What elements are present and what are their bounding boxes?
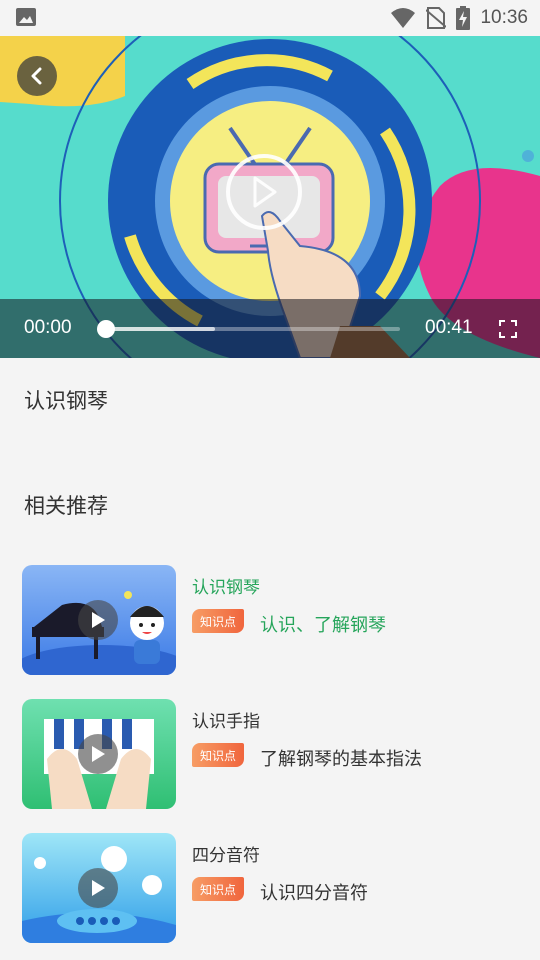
list-item[interactable]: 认识钢琴 知识点 认识、了解钢琴	[0, 565, 540, 677]
back-button[interactable]	[17, 56, 57, 96]
play-button[interactable]	[226, 154, 302, 230]
list-item[interactable]: 四分音符 知识点 认识四分音符	[0, 833, 540, 945]
list-item[interactable]: 认识手指 知识点 了解钢琴的基本指法	[0, 699, 540, 811]
thumbnail-play-icon	[78, 600, 118, 640]
wifi-icon	[391, 8, 416, 28]
status-bar: 10:36	[0, 0, 540, 36]
seek-handle[interactable]	[97, 320, 115, 338]
photo-notification-icon	[16, 8, 36, 26]
rec-title: 四分音符	[192, 846, 260, 866]
thumbnail-fingers	[22, 699, 176, 809]
video-title: 认识钢琴	[24, 389, 108, 413]
rec-title: 认识手指	[192, 712, 260, 732]
rec-description: 认识、了解钢琴	[260, 615, 386, 636]
knowledge-tag: 知识点	[192, 743, 244, 767]
knowledge-tag: 知识点	[192, 877, 244, 901]
no-sim-icon	[426, 7, 447, 29]
video-player[interactable]: 00:00 00:41	[0, 36, 540, 358]
chevron-left-icon	[31, 67, 42, 85]
thumbnail-piano	[22, 565, 176, 675]
buffered-bar	[106, 327, 215, 331]
rec-description: 认识四分音符	[260, 883, 368, 904]
fullscreen-icon[interactable]	[498, 319, 518, 339]
current-time: 00:00	[24, 317, 72, 338]
thumbnail-quarter-note	[22, 833, 176, 943]
knowledge-tag: 知识点	[192, 609, 244, 633]
rec-title: 认识钢琴	[192, 578, 260, 598]
section-title: 相关推荐	[24, 494, 108, 518]
duration: 00:41	[425, 317, 473, 338]
status-time: 10:36	[480, 7, 528, 28]
thumbnail-play-icon	[78, 734, 118, 774]
battery-charging-icon	[456, 6, 471, 30]
rec-description: 了解钢琴的基本指法	[260, 749, 422, 770]
thumbnail-play-icon	[78, 868, 118, 908]
play-icon	[253, 176, 277, 208]
player-controls: 00:00 00:41	[0, 299, 540, 358]
progress-track[interactable]	[106, 327, 400, 331]
